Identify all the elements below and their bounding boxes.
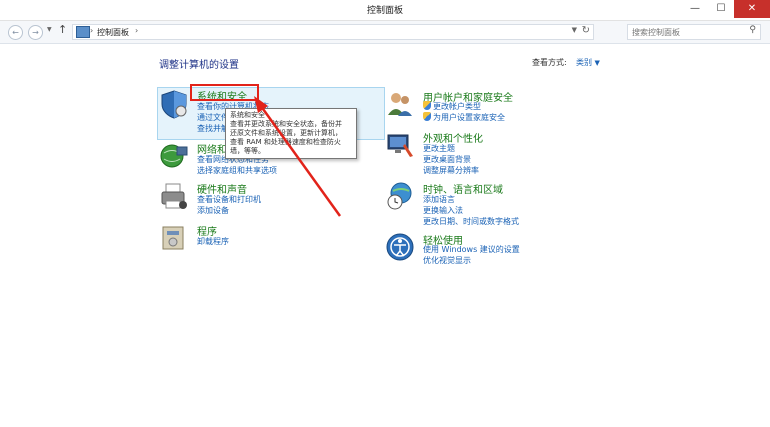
annotation-arrow-icon — [254, 96, 342, 217]
